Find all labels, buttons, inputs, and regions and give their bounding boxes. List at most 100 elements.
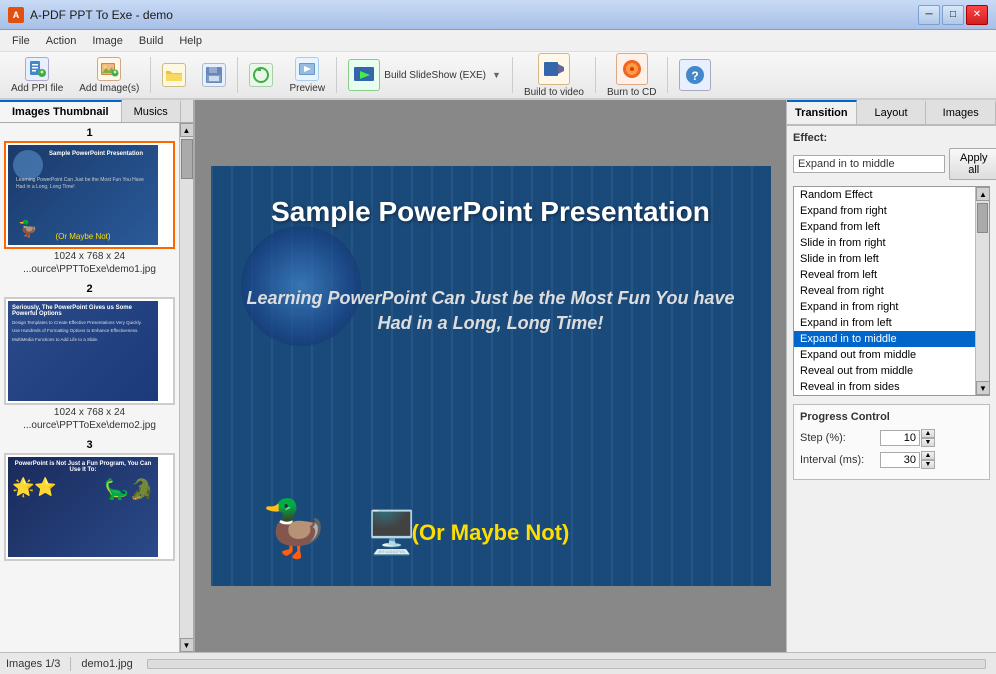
app-title: A-PDF PPT To Exe - demo [30, 8, 173, 22]
duck-icon: 🦆 [261, 496, 329, 561]
thumb-slide-3: PowerPoint is Not Just a Fun Program, Yo… [8, 457, 158, 557]
menu-action[interactable]: Action [38, 33, 85, 49]
burn-cd-button[interactable]: Burn to CD [600, 49, 663, 102]
menu-bar: File Action Image Build Help [0, 30, 996, 52]
add-images-button[interactable]: Add Image(s) [72, 53, 146, 98]
effect-item-2[interactable]: Expand from left [794, 219, 989, 235]
build-video-button[interactable]: Build to video [517, 49, 591, 102]
scroll-down-button[interactable]: ▼ [180, 638, 194, 652]
toolbar-sep-3 [336, 57, 337, 93]
tab-layout[interactable]: Layout [857, 100, 927, 124]
thumbnail-item-1[interactable]: 1 Sample PowerPoint Presentation Learnin… [4, 127, 175, 275]
effect-item-4[interactable]: Slide in from left [794, 251, 989, 267]
build-video-label: Build to video [524, 87, 584, 98]
thumb-number-1: 1 [4, 127, 175, 139]
thumbnail-item-2[interactable]: 2 Seriously, The PowerPoint Gives us Som… [4, 283, 175, 431]
computer-icon: 🖥️ [366, 509, 418, 558]
step-up-button[interactable]: ▲ [921, 429, 935, 438]
scroll-thumb[interactable] [181, 139, 193, 179]
effect-item-9[interactable]: Expand in to middle [794, 331, 989, 347]
right-content: Effect: Apply all Random EffectExpand fr… [787, 126, 996, 652]
toolbar: Add PPI file Add Image(s) [0, 52, 996, 100]
effect-item-7[interactable]: Expand in from right [794, 299, 989, 315]
apply-all-button[interactable]: Apply all [949, 148, 996, 180]
menu-image[interactable]: Image [84, 33, 131, 49]
toolbar-sep-6 [667, 57, 668, 93]
effect-item-11[interactable]: Reveal out from middle [794, 363, 989, 379]
build-dropdown-arrow: ▼ [492, 70, 501, 80]
add-ppi-label: Add PPI file [11, 83, 63, 94]
tab-musics[interactable]: Musics [122, 100, 181, 122]
effect-scroll-down[interactable]: ▼ [976, 381, 990, 395]
effect-item-10[interactable]: Expand out from middle [794, 347, 989, 363]
preview-label: Preview [290, 83, 326, 94]
slide-area: Sample PowerPoint Presentation Learning … [195, 100, 786, 652]
maximize-button[interactable]: □ [942, 5, 964, 25]
refresh-button[interactable] [242, 59, 280, 91]
effect-item-5[interactable]: Reveal from left [794, 267, 989, 283]
toolbar-sep-5 [595, 57, 596, 93]
effect-value-input[interactable] [793, 155, 945, 173]
burn-cd-label: Burn to CD [607, 87, 656, 98]
menu-file[interactable]: File [4, 33, 38, 49]
status-sep-1 [70, 657, 71, 671]
panel-tabs: Images Thumbnail Musics [0, 100, 193, 123]
left-panel: Images Thumbnail Musics 1 Sample PowerPo… [0, 100, 195, 652]
interval-row: Interval (ms): ▲ ▼ [800, 451, 983, 469]
main-area: Images Thumbnail Musics 1 Sample PowerPo… [0, 100, 996, 652]
thumbnail-scrollbar: ▲ ▼ [179, 123, 193, 652]
build-slideshow-button[interactable]: Build SlideShow (EXE) ▼ [341, 55, 508, 95]
thumb-label-2b: ...ource\PPTToExe\demo2.jpg [4, 420, 175, 431]
step-label: Step (%): [800, 432, 880, 444]
thumb-label-1b: ...ource\PPTToExe\demo1.jpg [4, 264, 175, 275]
thumbnail-item-3[interactable]: 3 PowerPoint is Not Just a Fun Program, … [4, 439, 175, 561]
status-images-count: Images 1/3 [6, 658, 60, 670]
effect-item-3[interactable]: Slide in from right [794, 235, 989, 251]
right-tabs: Transition Layout Images [787, 100, 996, 126]
effect-scroll-thumb[interactable] [977, 203, 988, 233]
help-button[interactable]: ? [672, 55, 718, 95]
app-icon: A [8, 7, 24, 23]
add-ppi-button[interactable]: Add PPI file [4, 53, 70, 98]
effect-item-1[interactable]: Expand from right [794, 203, 989, 219]
effect-list-scrollbar: ▲ ▼ [975, 187, 989, 395]
interval-down-button[interactable]: ▼ [921, 460, 935, 469]
scroll-up-button[interactable]: ▲ [180, 123, 194, 137]
title-bar: A A-PDF PPT To Exe - demo ─ □ ✕ [0, 0, 996, 30]
status-filename: demo1.jpg [81, 658, 132, 670]
step-row: Step (%): ▲ ▼ [800, 429, 983, 447]
effect-item-8[interactable]: Expand in from left [794, 315, 989, 331]
effect-scroll-up[interactable]: ▲ [976, 187, 990, 201]
thumb-slide-2: Seriously, The PowerPoint Gives us Some … [8, 301, 158, 401]
open-folder-button[interactable] [155, 59, 193, 91]
thumb-number-2: 2 [4, 283, 175, 295]
toolbar-sep-2 [237, 57, 238, 93]
menu-build[interactable]: Build [131, 33, 171, 49]
save-button[interactable] [195, 59, 233, 91]
step-input[interactable] [880, 430, 920, 446]
effect-item-6[interactable]: Reveal from right [794, 283, 989, 299]
status-bar: Images 1/3 demo1.jpg [0, 652, 996, 674]
step-spinner: ▲ ▼ [921, 429, 935, 447]
thumb-slide-1: Sample PowerPoint Presentation Learning … [8, 145, 158, 245]
interval-up-button[interactable]: ▲ [921, 451, 935, 460]
tab-images[interactable]: Images [926, 100, 996, 124]
build-slideshow-label: Build SlideShow (EXE) [384, 70, 486, 81]
effect-row: Apply all [793, 148, 990, 180]
effect-item-13[interactable]: Expand in from sides [794, 395, 989, 396]
effect-item-0[interactable]: Random Effect [794, 187, 989, 203]
effect-list-container: Random EffectExpand from rightExpand fro… [793, 186, 990, 396]
menu-help[interactable]: Help [171, 33, 210, 49]
slide-frame: Sample PowerPoint Presentation Learning … [211, 166, 771, 586]
effect-item-12[interactable]: Reveal in from sides [794, 379, 989, 395]
svg-text:?: ? [692, 69, 699, 83]
preview-button[interactable]: Preview [282, 53, 332, 98]
interval-input[interactable] [880, 452, 920, 468]
tab-transition[interactable]: Transition [787, 100, 857, 124]
close-button[interactable]: ✕ [966, 5, 988, 25]
tab-images-thumbnail[interactable]: Images Thumbnail [0, 100, 122, 122]
minimize-button[interactable]: ─ [918, 5, 940, 25]
effect-list: Random EffectExpand from rightExpand fro… [794, 187, 989, 396]
step-down-button[interactable]: ▼ [921, 438, 935, 447]
progress-section: Progress Control Step (%): ▲ ▼ Interval … [793, 404, 990, 480]
